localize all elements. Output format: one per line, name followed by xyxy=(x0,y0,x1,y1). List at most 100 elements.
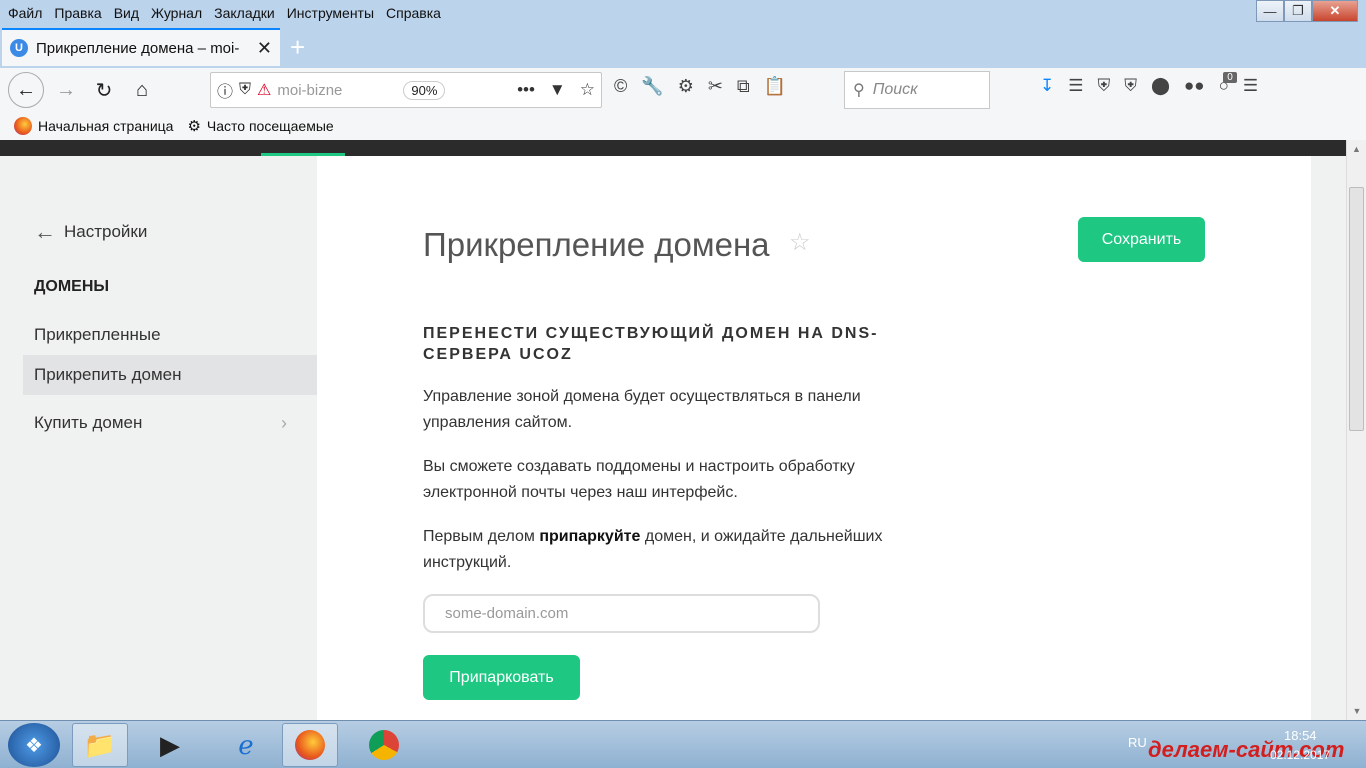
clock-date[interactable]: 02.12.2017 xyxy=(1270,748,1330,762)
menu-file[interactable]: Файл xyxy=(4,5,50,21)
internet-explorer-taskbar-icon[interactable]: ℯ xyxy=(218,723,274,767)
gear-icon: ⚙ xyxy=(187,118,201,135)
page-title: Прикрепление домена xyxy=(423,226,770,263)
sidebar-item-label: Прикрепленные xyxy=(34,325,161,344)
insecure-lock-icon[interactable]: ⚠ xyxy=(257,80,271,100)
scissors-icon[interactable]: ✂ xyxy=(708,76,723,97)
wrench-icon[interactable]: 🔧 xyxy=(641,76,663,97)
ublock-icon[interactable]: ⛨ xyxy=(1098,76,1111,96)
window-controls: — ❐ ✕ xyxy=(1256,0,1358,22)
search-input[interactable]: ⚲ Поиск xyxy=(844,71,990,109)
new-tab-plus-icon[interactable]: + xyxy=(290,32,305,63)
bookmark-home[interactable]: Начальная страница xyxy=(14,117,173,135)
menubar: Файл Правка Вид Журнал Закладки Инструме… xyxy=(0,0,449,26)
back-arrow-icon[interactable]: ← xyxy=(8,72,44,108)
bookmark-most-visited-label: Часто посещаемые xyxy=(206,118,334,134)
para3-text-before: Первым делом xyxy=(423,528,540,545)
park-button[interactable]: Припарковать xyxy=(423,655,580,700)
download-icon[interactable]: ↧ xyxy=(1040,76,1054,96)
sidebar-heading: ДОМЕНЫ xyxy=(34,278,110,295)
adblock-icon[interactable]: ⬤ xyxy=(1151,76,1170,96)
paragraph-subdomains: Вы сможете создавать поддомены и настрои… xyxy=(423,458,855,501)
restore-button[interactable]: ❐ xyxy=(1284,0,1312,22)
chrome-taskbar-icon[interactable] xyxy=(356,723,412,767)
site-header-strip xyxy=(0,140,1346,156)
paragraph-zone-management: Управление зоной домена будет осуществля… xyxy=(423,388,861,431)
explorer-taskbar-icon[interactable]: 📁 xyxy=(72,723,128,767)
minimize-button[interactable]: — xyxy=(1256,0,1284,22)
copyright-icon[interactable]: © xyxy=(614,76,627,97)
url-actions: ••• ▼ ☆ xyxy=(517,80,595,100)
firefox-icon xyxy=(14,117,32,135)
page-actions-icon[interactable]: ••• xyxy=(517,80,535,100)
browser-frame: Файл Правка Вид Журнал Закладки Инструме… xyxy=(0,0,1366,68)
bookmark-home-label: Начальная страница xyxy=(38,118,174,134)
toolbar-right-icons: ↧ ☰ ⛨ ⛨ ⬤ ●● ○ 0 ☰ xyxy=(1040,72,1258,96)
nav-toolbar: ← → ↻ ⌂ ⓘ ⛨ ⚠ moi-bizne 90% ••• ▼ ☆ © 🔧 … xyxy=(0,68,1366,112)
menu-tools[interactable]: Инструменты xyxy=(283,5,382,21)
privacy-shield-icon[interactable]: ⛨ xyxy=(1124,76,1137,96)
url-bar[interactable]: ⓘ ⛨ ⚠ moi-bizne 90% ••• ▼ ☆ xyxy=(210,72,602,108)
zoom-indicator[interactable]: 90% xyxy=(403,80,446,100)
copy-icon[interactable]: ⧉ xyxy=(737,76,750,97)
chevron-right-icon: › xyxy=(281,412,287,433)
search-icon: ⚲ xyxy=(853,82,865,99)
firefox-icon xyxy=(295,730,325,760)
back-link-label: Настройки xyxy=(64,222,148,241)
clipboard-icon[interactable]: 📋 xyxy=(764,76,786,97)
chrome-icon xyxy=(369,730,399,760)
domain-input[interactable] xyxy=(423,594,820,633)
language-indicator[interactable]: RU xyxy=(1128,735,1147,750)
bookmark-most-visited[interactable]: ⚙ Часто посещаемые xyxy=(187,117,333,135)
sidebar-item-label: Прикрепить домен xyxy=(34,365,182,384)
menu-history[interactable]: Журнал xyxy=(147,5,210,21)
settings-sidebar: ← Настройки ДОМЕНЫ Прикрепленные Прикреп… xyxy=(0,156,317,720)
scroll-thumb[interactable] xyxy=(1349,187,1364,431)
tab-close-icon[interactable]: ✕ xyxy=(257,38,272,59)
right-gutter xyxy=(1311,156,1346,720)
save-button[interactable]: Сохранить xyxy=(1078,217,1205,262)
scroll-down-icon[interactable]: ▼ xyxy=(1347,702,1366,720)
scroll-up-icon[interactable]: ▲ xyxy=(1347,140,1366,158)
firefox-taskbar-icon[interactable] xyxy=(282,723,338,767)
main-content: Прикрепление домена ☆ Сохранить ПЕРЕНЕСТ… xyxy=(317,156,1311,720)
sidebar-item-buy-domain[interactable]: Купить домен › xyxy=(23,403,317,443)
clock-time[interactable]: 18:54 xyxy=(1284,728,1317,743)
reload-icon[interactable]: ↻ xyxy=(88,74,120,106)
gear-icon[interactable]: ⚙ xyxy=(678,76,694,97)
menu-view[interactable]: Вид xyxy=(110,5,147,21)
tab-active[interactable]: U Прикрепление домена – moi- ✕ xyxy=(2,28,280,66)
windows-taskbar: ❖ 📁 ▶ ℯ RU делаем-сайт.com 18:54 02.12.2… xyxy=(0,720,1366,768)
info-icon[interactable]: ⓘ xyxy=(217,78,233,102)
paragraph-park-instruction: Первым делом припаркуйте домен, и ожидай… xyxy=(423,524,923,576)
pocket-icon[interactable]: ▼ xyxy=(549,80,566,100)
extension-counter-icon[interactable]: ○ 0 xyxy=(1219,72,1237,96)
url-text[interactable]: moi-bizne xyxy=(277,82,397,99)
para3-bold: припаркуйте xyxy=(539,528,641,545)
bookmarks-bar: Начальная страница ⚙ Часто посещаемые xyxy=(0,112,1366,140)
menu-help[interactable]: Справка xyxy=(382,5,449,21)
bookmark-star-icon[interactable]: ☆ xyxy=(580,80,595,100)
hamburger-menu-icon[interactable]: ☰ xyxy=(1243,76,1258,96)
tab-title: Прикрепление домена – moi- xyxy=(36,39,240,57)
sidebar-item-attached[interactable]: Прикрепленные xyxy=(23,315,317,355)
home-icon[interactable]: ⌂ xyxy=(126,74,158,106)
close-window-button[interactable]: ✕ xyxy=(1312,0,1358,22)
media-player-taskbar-icon[interactable]: ▶ xyxy=(142,723,198,767)
sidebar-item-attach-domain[interactable]: Прикрепить домен xyxy=(23,355,317,395)
menu-bookmarks[interactable]: Закладки xyxy=(210,5,283,21)
menu-edit[interactable]: Правка xyxy=(50,5,109,21)
favorite-star-icon[interactable]: ☆ xyxy=(789,228,811,257)
extension-balls-icon[interactable]: ●● xyxy=(1184,76,1205,96)
ucoz-favicon-icon: U xyxy=(10,39,28,57)
start-button-icon[interactable]: ❖ xyxy=(8,723,60,767)
back-to-settings-link[interactable]: ← Настройки xyxy=(34,219,147,245)
forward-arrow-icon[interactable]: → xyxy=(50,74,82,106)
page-scrollbar[interactable]: ▲ ▼ xyxy=(1346,140,1366,720)
search-placeholder: Поиск xyxy=(872,81,918,98)
shield-icon[interactable]: ⛨ xyxy=(239,81,251,99)
extension-tools: © 🔧 ⚙ ✂ ⧉ 📋 xyxy=(614,76,786,97)
library-icon[interactable]: ☰ xyxy=(1068,76,1083,96)
extension-badge: 0 xyxy=(1223,72,1237,83)
section-title: ПЕРЕНЕСТИ СУЩЕСТВУЮЩИЙ ДОМЕН НА DNS-СЕРВ… xyxy=(423,325,879,363)
